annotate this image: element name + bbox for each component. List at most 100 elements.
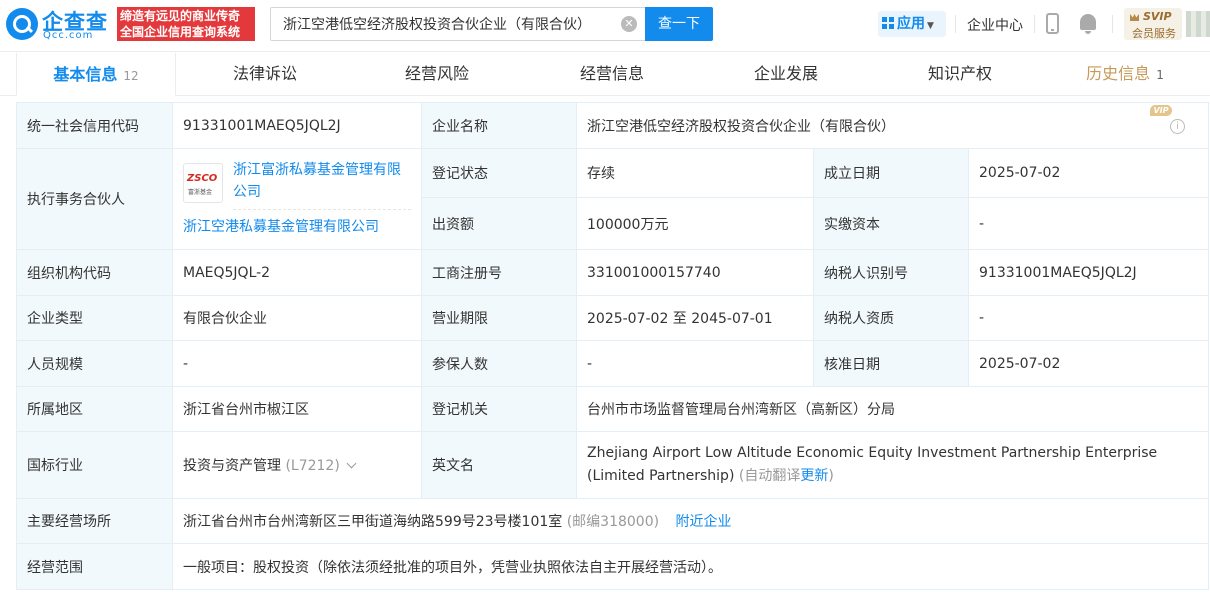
clear-icon[interactable]: ✕ xyxy=(621,16,637,32)
taxpayer-qual-value: - xyxy=(967,295,1210,341)
divider xyxy=(955,15,956,33)
type-label: 企业类型 xyxy=(16,295,173,341)
partner-name-link[interactable]: 浙江富浙私募基金管理有限公司 xyxy=(233,159,411,203)
reg-no-label: 工商注册号 xyxy=(421,249,577,296)
app-label: 应用 xyxy=(897,16,925,32)
qcc-logo[interactable]: 企查查 Qcc.com xyxy=(6,6,114,42)
table-row: 统一社会信用代码 91331001MAEQ5JQL2J 企业名称 浙江空港低空经… xyxy=(16,102,1210,149)
caret-down-icon: ▼ xyxy=(927,21,934,31)
company-name-label: 企业名称 xyxy=(421,102,577,149)
update-translation-link[interactable]: 更新 xyxy=(800,468,828,484)
phone-icon[interactable] xyxy=(1046,13,1059,34)
address-value: 浙江省台州市台州湾新区三甲街道海纳路599号23号楼101室 xyxy=(183,514,563,530)
table-row: 国标行业 投资与资产管理 (L7212) 英文名 Zhejiang Airpor… xyxy=(16,431,1210,499)
svip-button[interactable]: SVIP 会员服务 xyxy=(1124,8,1182,40)
tab-business-risk[interactable]: 经营风险 xyxy=(362,52,512,96)
address-cell: 浙江省台州市台州湾新区三甲街道海纳路599号23号楼101室 (邮编318000… xyxy=(171,498,1210,544)
divider xyxy=(1034,15,1035,33)
scope-label: 经营范围 xyxy=(16,543,173,590)
tab-count: 12 xyxy=(123,69,139,83)
partner-logo[interactable]: ZSCO 富浙基金 xyxy=(183,163,223,203)
credit-code-label: 统一社会信用代码 xyxy=(16,102,173,149)
tab-history[interactable]: 历史信息 1 xyxy=(1080,52,1170,96)
english-name-value: Zhejiang Airport Low Altitude Economic E… xyxy=(587,445,1158,484)
org-code-value: MAEQ5JQL-2 xyxy=(172,249,422,296)
app-menu-button[interactable]: 应用 ▼ xyxy=(878,11,946,37)
avatar[interactable] xyxy=(1186,11,1210,37)
tab-label: 基本信息 xyxy=(53,65,118,84)
tab-bar: 基本信息 12 法律诉讼 经营风险 经营信息 企业发展 知识产权 历史信息 1 VI… xyxy=(0,52,1210,134)
region-value: 浙江省台州市椒江区 xyxy=(172,386,422,432)
table-row: 所属地区 浙江省台州市椒江区 登记机关 台州市市场监督管理局台州湾新区（高新区）… xyxy=(16,386,1210,432)
staff-label: 人员规模 xyxy=(16,340,173,387)
tab-basic-info[interactable]: 基本信息 12 xyxy=(16,52,176,96)
region-label: 所属地区 xyxy=(16,386,173,432)
term-label: 营业期限 xyxy=(421,295,577,341)
bell-icon[interactable] xyxy=(1080,14,1096,34)
tab-legal[interactable]: 法律诉讼 xyxy=(190,52,340,96)
enterprise-center-link[interactable]: 企业中心 xyxy=(967,15,1023,35)
divider xyxy=(1112,15,1113,33)
table-row: 组织机构代码 MAEQ5JQL-2 工商注册号 331001000157740 … xyxy=(16,249,1210,296)
basic-info-table: 统一社会信用代码 91331001MAEQ5JQL2J 企业名称 浙江空港低空经… xyxy=(16,102,1210,590)
insured-label: 参保人数 xyxy=(421,340,577,387)
search-input[interactable] xyxy=(271,8,616,40)
paid-capital-value: - xyxy=(967,197,1210,250)
org-code-label: 组织机构代码 xyxy=(16,249,173,296)
industry-label: 国标行业 xyxy=(16,431,173,499)
reg-no-value: 331001000157740 xyxy=(576,249,814,296)
grid-icon xyxy=(882,17,894,29)
address-label: 主要经营场所 xyxy=(16,498,173,544)
table-row: 经营范围 一般项目：股权投资（除依法须经批准的项目外，凭营业执照依法自主开展经营… xyxy=(16,543,1210,590)
table-row: 企业类型 有限合伙企业 营业期限 2025-07-02 至 2045-07-01… xyxy=(16,295,1210,341)
capital-label: 出资额 xyxy=(421,197,577,250)
search-button[interactable]: 查一下 xyxy=(645,7,713,41)
table-row: 主要经营场所 浙江省台州市台州湾新区三甲街道海纳路599号23号楼101室 (邮… xyxy=(16,498,1210,544)
search-box: ✕ xyxy=(270,7,645,41)
slogan-banner: 缔造有远见的商业传奇 全国企业信用查询系统 xyxy=(117,7,255,41)
svip-label: SVIP xyxy=(1143,10,1172,23)
postcode: (邮编318000) xyxy=(566,514,660,530)
logo-search-icon xyxy=(6,8,38,40)
svip-sub: 会员服务 xyxy=(1132,27,1176,40)
english-name-label: 英文名 xyxy=(421,431,577,499)
staff-value: - xyxy=(172,340,422,387)
credit-code-value: 91331001MAEQ5JQL2J xyxy=(172,102,422,149)
tab-development[interactable]: 企业发展 xyxy=(711,52,861,96)
industry-value: 投资与资产管理 xyxy=(183,458,281,474)
taxpayer-id-label: 纳税人识别号 xyxy=(813,249,969,296)
capital-value: 100000万元 xyxy=(576,197,814,250)
status-label: 登记状态 xyxy=(421,147,577,199)
partner-sub-link[interactable]: 浙江空港私募基金管理有限公司 xyxy=(183,216,379,236)
established-value: 2025-07-02 xyxy=(967,147,1210,199)
top-header: 企查查 Qcc.com 缔造有远见的商业传奇 全国企业信用查询系统 ✕ 查一下 … xyxy=(0,0,1210,52)
authority-value: 台州市市场监督管理局台州湾新区（高新区）分局 xyxy=(575,386,1210,432)
partner-logo-sub: 富浙基金 xyxy=(188,189,213,196)
industry-cell[interactable]: 投资与资产管理 (L7212) xyxy=(172,431,422,499)
taxpayer-id-value: 91331001MAEQ5JQL2J xyxy=(967,249,1210,296)
scope-value: 一般项目：股权投资（除依法须经批准的项目外，凭营业执照依法自主开展经营活动）。 xyxy=(171,543,1210,590)
tab-business-info[interactable]: 经营信息 xyxy=(537,52,687,96)
english-name-cell: Zhejiang Airport Low Altitude Economic E… xyxy=(575,431,1210,499)
industry-code: (L7212) xyxy=(285,458,340,474)
tab-ip[interactable]: 知识产权 xyxy=(885,52,1035,96)
table-row: 执行事务合伙人 ZSCO 富浙基金 浙江富浙私募基金管理有限公司 浙江空港私募基… xyxy=(16,147,1210,250)
auto-translate-prefix: (自动翻译 xyxy=(738,468,801,484)
insured-value: - xyxy=(576,340,814,387)
paid-capital-label: 实缴资本 xyxy=(813,197,969,250)
type-value: 有限合伙企业 xyxy=(172,295,422,341)
status-value: 存续 xyxy=(576,147,814,199)
authority-label: 登记机关 xyxy=(421,386,577,432)
partner-logo-text: ZSCO xyxy=(187,173,218,184)
divider xyxy=(233,209,411,210)
approval-value: 2025-07-02 xyxy=(967,340,1210,387)
tab-label: 历史信息 xyxy=(1086,64,1151,83)
slogan-line2: 全国企业信用查询系统 xyxy=(120,25,241,39)
slogan-line1: 缔造有远见的商业传奇 xyxy=(120,9,241,23)
taxpayer-qual-label: 纳税人资质 xyxy=(813,295,969,341)
logo-domain: Qcc.com xyxy=(43,30,94,41)
nearby-companies-link[interactable]: 附近企业 xyxy=(676,514,732,530)
term-value: 2025-07-02 至 2045-07-01 xyxy=(576,295,814,341)
approval-label: 核准日期 xyxy=(813,340,969,387)
chevron-down-icon[interactable] xyxy=(346,458,357,469)
